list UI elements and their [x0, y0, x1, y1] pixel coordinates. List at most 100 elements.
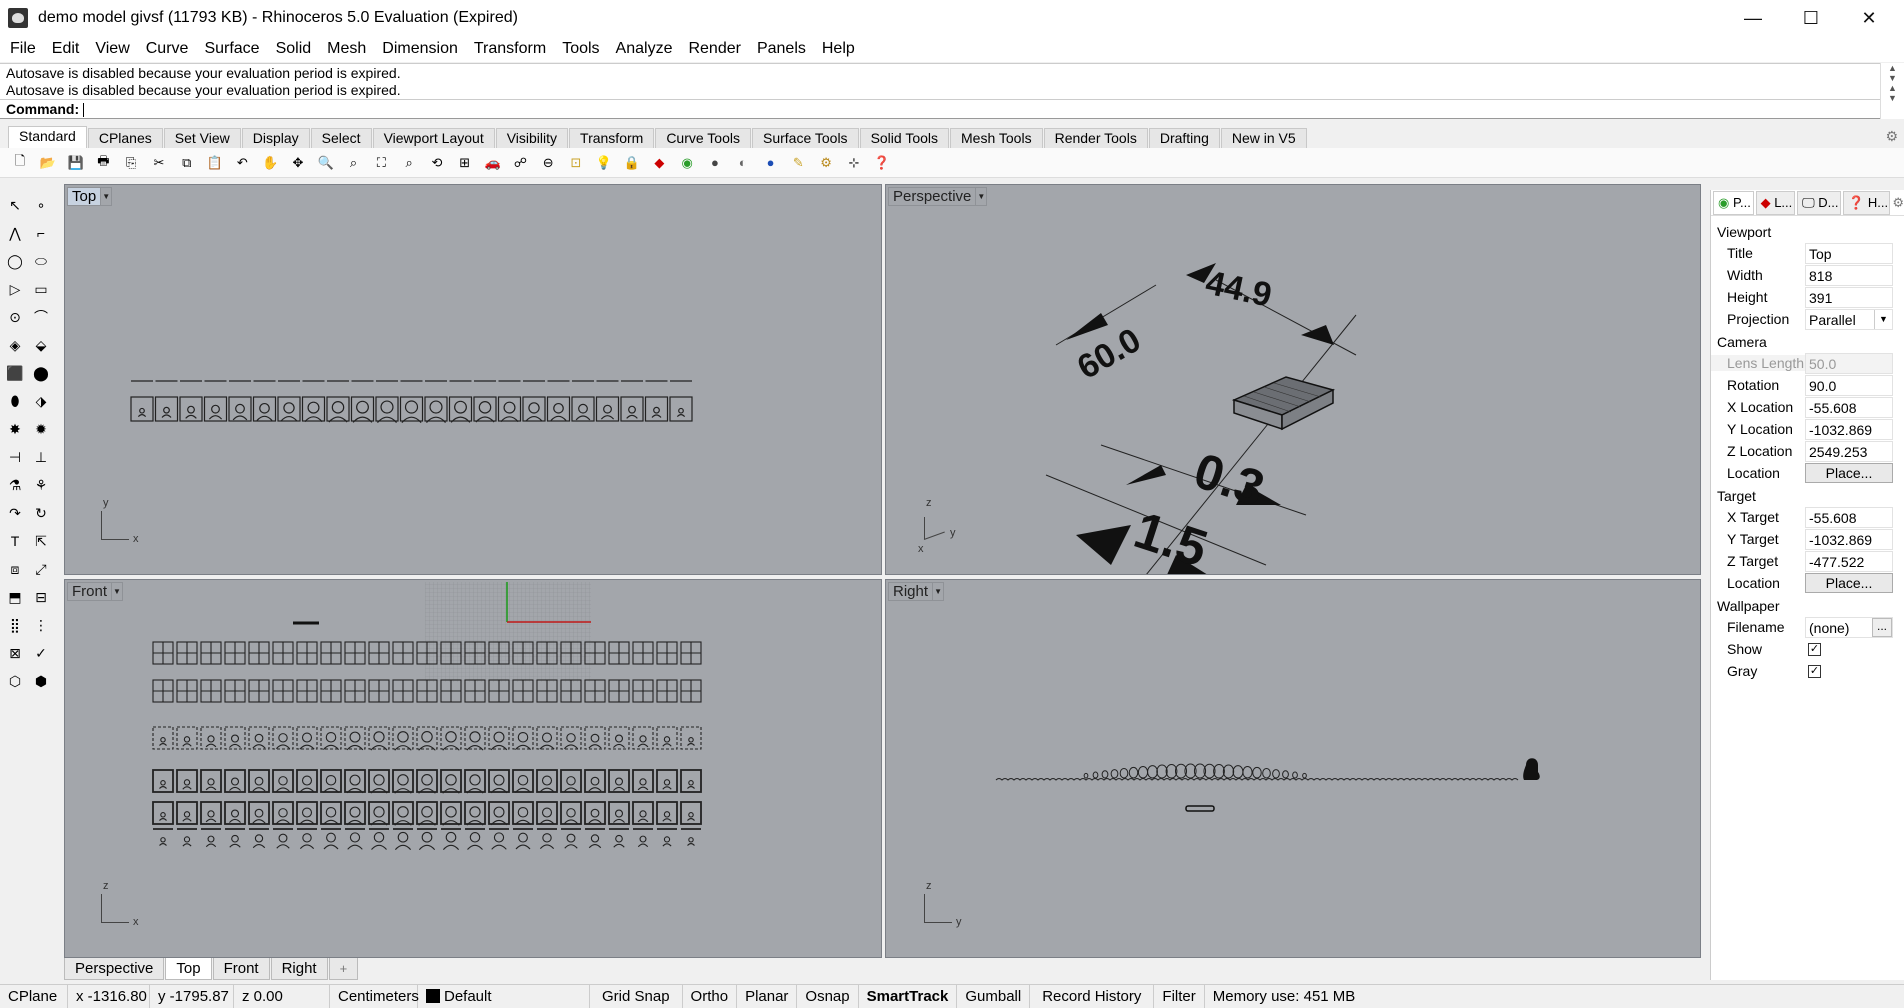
browse-button[interactable]: ... — [1872, 617, 1892, 637]
ortho-toggle[interactable]: Ortho — [683, 984, 738, 1008]
tab-display[interactable]: Display — [241, 128, 310, 148]
panel-tab-help[interactable]: ❓ H... — [1843, 190, 1891, 215]
show-checkbox[interactable]: ✓ — [1808, 642, 1821, 656]
width-field[interactable]: 818 — [1805, 264, 1893, 286]
render-tools-icon[interactable]: ⬡ — [4, 670, 26, 692]
menu-panels[interactable]: Panels — [749, 36, 814, 62]
menu-curve[interactable]: Curve — [138, 36, 197, 62]
solid-tools-icon[interactable]: ⬒ — [4, 586, 26, 608]
menu-edit[interactable]: Edit — [44, 36, 88, 62]
menu-mesh[interactable]: Mesh — [319, 36, 374, 62]
ellipse-icon[interactable]: ⬭ — [30, 250, 52, 272]
gear-icon[interactable]: ⚙ — [1885, 128, 1898, 145]
light-icon[interactable]: ⬢ — [30, 670, 52, 692]
pan-hand-icon[interactable]: ✋ — [260, 153, 280, 173]
color-wheel-icon[interactable]: ◉ — [677, 153, 697, 173]
cut-icon[interactable]: ✂ — [149, 153, 169, 173]
gear-icon[interactable]: ⚙ — [1892, 195, 1904, 211]
cplane-status[interactable]: CPlane — [0, 984, 68, 1008]
z-target-field[interactable]: -477.522 — [1805, 550, 1893, 572]
camera-place-button[interactable]: Place... — [1805, 463, 1893, 483]
zoom-extents-icon[interactable]: ⛶ — [371, 153, 391, 173]
smarttrack-toggle[interactable]: SmartTrack — [859, 984, 958, 1008]
check-icon[interactable]: ✓ — [30, 642, 52, 664]
tab-standard[interactable]: Standard — [8, 126, 87, 148]
tab-viewport-layout[interactable]: Viewport Layout — [372, 128, 495, 148]
text-icon[interactable]: T — [4, 530, 26, 552]
four-viewports-icon[interactable]: ⊞ — [455, 153, 475, 173]
menu-analyze[interactable]: Analyze — [608, 36, 681, 62]
layers-icon[interactable]: ◆ — [649, 153, 669, 173]
grid-snap-toggle[interactable]: Grid Snap — [590, 984, 683, 1008]
planar-toggle[interactable]: Planar — [737, 984, 798, 1008]
help-icon[interactable]: ❓ — [872, 153, 892, 173]
maximize-button[interactable]: ☐ — [1782, 0, 1840, 36]
polyline-icon[interactable]: ⋀ — [4, 222, 26, 244]
save-icon[interactable]: 💾 — [66, 153, 86, 173]
x-target-field[interactable]: -55.608 — [1805, 506, 1893, 528]
viewport-tab-front[interactable]: Front — [212, 958, 270, 980]
brush-icon[interactable]: ✎ — [788, 153, 808, 173]
command-scrollbar[interactable]: ▲ ▼ ▲ ▼ — [1880, 63, 1904, 119]
viewport-perspective[interactable]: Perspective ▼ 60.0 44.9 0.3 1.5 z y x — [885, 184, 1701, 575]
fillet-icon[interactable]: ⚗ — [4, 474, 26, 496]
chevron-down-icon[interactable]: ▼ — [1874, 309, 1892, 329]
open-folder-icon[interactable]: 📂 — [38, 153, 58, 173]
menu-help[interactable]: Help — [814, 36, 863, 62]
viewport-tab-perspective[interactable]: Perspective — [64, 958, 165, 980]
x-location-field[interactable]: -55.608 — [1805, 396, 1893, 418]
layer-status[interactable]: Default — [418, 984, 590, 1008]
offset-icon[interactable]: ⚘ — [30, 474, 52, 496]
blend-icon[interactable]: ↻ — [30, 502, 52, 524]
y-target-field[interactable]: -1032.869 — [1805, 528, 1893, 550]
menu-solid[interactable]: Solid — [268, 36, 320, 62]
scroll-up-icon[interactable]: ▲ — [1888, 83, 1897, 93]
menu-transform[interactable]: Transform — [466, 36, 554, 62]
filter-toggle[interactable]: Filter — [1154, 984, 1205, 1008]
tab-drafting[interactable]: Drafting — [1148, 128, 1220, 148]
curve-cv-icon[interactable]: ⌐ — [30, 222, 52, 244]
zoom-selected-icon[interactable]: ⌕ — [399, 153, 419, 173]
tab-cplanes[interactable]: CPlanes — [87, 128, 163, 148]
split-icon[interactable]: ⊥ — [30, 446, 52, 468]
scroll-up-icon[interactable]: ▲ — [1888, 63, 1897, 73]
units-status[interactable]: Centimeters — [330, 984, 419, 1008]
rectangle-icon[interactable]: ▭ — [30, 278, 52, 300]
extrude-icon[interactable]: ⬙ — [30, 334, 52, 356]
tab-transform[interactable]: Transform — [569, 128, 655, 148]
osnap-toggle[interactable]: Osnap — [797, 984, 859, 1008]
menu-dimension[interactable]: Dimension — [374, 36, 466, 62]
target-place-button[interactable]: Place... — [1805, 573, 1893, 593]
viewport-front[interactable]: Front ▼ z x — [64, 579, 882, 958]
trim-icon[interactable]: ⊣ — [4, 446, 26, 468]
scroll-down-icon[interactable]: ▼ — [1888, 73, 1897, 83]
analyze-icon[interactable]: ⊟ — [30, 586, 52, 608]
gray-checkbox[interactable]: ✓ — [1808, 664, 1821, 678]
command-line[interactable]: Command: — [0, 99, 1880, 119]
circle-icon[interactable]: ◯ — [4, 250, 26, 272]
zoom-window-icon[interactable]: ⌕ — [344, 153, 364, 173]
light-bulb-icon[interactable]: 💡 — [594, 153, 614, 173]
explode-icon[interactable]: ✸ — [4, 418, 26, 440]
export-icon[interactable]: ⎘ — [121, 153, 141, 173]
command-input[interactable] — [83, 103, 85, 118]
viewport-right[interactable]: Right ▼ z y — [885, 579, 1701, 958]
menu-surface[interactable]: Surface — [196, 36, 267, 62]
copy-icon[interactable]: ⧉ — [177, 153, 197, 173]
shaded-sphere-icon[interactable]: ● — [705, 153, 725, 173]
scroll-down-icon[interactable]: ▼ — [1888, 93, 1897, 103]
zoom-all-icon[interactable]: ⟲ — [427, 153, 447, 173]
panel-tab-properties[interactable]: ◉ P... — [1713, 190, 1754, 215]
rotation-field[interactable]: 90.0 — [1805, 374, 1893, 396]
minimize-button[interactable]: — — [1724, 0, 1782, 36]
dimension-icon[interactable]: ⇱ — [30, 530, 52, 552]
tab-surface-tools[interactable]: Surface Tools — [751, 128, 859, 148]
height-field[interactable]: 391 — [1805, 286, 1893, 308]
array-icon[interactable]: ⣿ — [4, 614, 26, 636]
menu-tools[interactable]: Tools — [554, 36, 607, 62]
curve-from-object-icon[interactable]: ↷ — [4, 502, 26, 524]
panel-tab-display[interactable]: 🖵 D... — [1797, 190, 1842, 215]
lock-icon[interactable]: 🔒 — [622, 153, 642, 173]
select-icon[interactable]: ⊡ — [566, 153, 586, 173]
mesh-icon[interactable]: ⬗ — [30, 390, 52, 412]
